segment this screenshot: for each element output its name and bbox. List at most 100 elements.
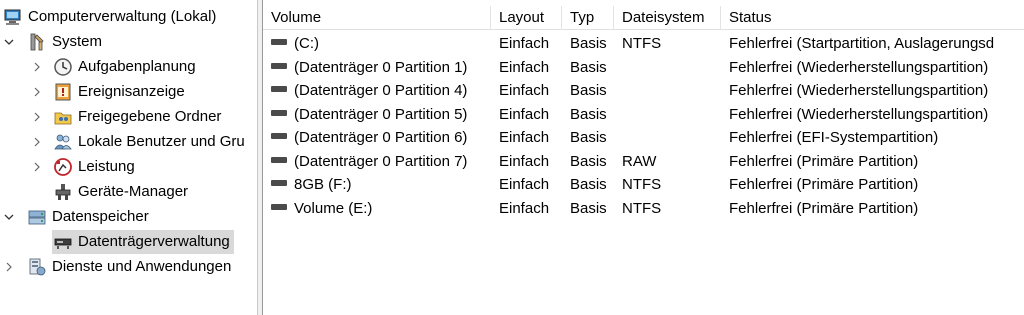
- cell-typ: Basis: [570, 176, 607, 193]
- cell-layout: Einfach: [499, 129, 550, 146]
- volume-name: (Datenträger 0 Partition 5): [294, 105, 468, 123]
- services-icon: [26, 256, 48, 278]
- table-row[interactable]: (Datenträger 0 Partition 4) Einfach Basi…: [263, 79, 1024, 102]
- volume-name: (Datenträger 0 Partition 7): [294, 152, 468, 170]
- tree-item-geraete-manager[interactable]: Geräte-Manager: [52, 180, 188, 204]
- column-header-status[interactable]: Status: [721, 6, 1024, 30]
- storage-icon: [26, 206, 48, 228]
- tree-label: Datenspeicher: [52, 208, 149, 225]
- column-header-typ[interactable]: Typ: [562, 6, 614, 30]
- column-header-row: Volume Layout Typ Dateisystem Status: [263, 0, 1024, 30]
- volume-list: Volume Layout Typ Dateisystem Status (C:…: [263, 0, 1024, 315]
- chevron-down-icon[interactable]: [2, 30, 16, 54]
- cell-dateisystem: NTFS: [622, 35, 662, 52]
- tree-item-leistung[interactable]: Leistung: [30, 155, 135, 179]
- cell-layout: Einfach: [499, 82, 550, 99]
- cell-layout: Einfach: [499, 199, 550, 217]
- event-viewer-icon: [52, 81, 74, 103]
- chevron-right-icon[interactable]: [2, 255, 16, 279]
- chevron-right-icon[interactable]: [30, 130, 44, 154]
- cell-volume: (Datenträger 0 Partition 5): [263, 103, 491, 126]
- volume-drive-icon: [271, 86, 287, 93]
- cell-volume: Volume (E:): [263, 197, 491, 220]
- chevron-right-icon[interactable]: [30, 55, 44, 79]
- chevron-right-icon[interactable]: [30, 155, 44, 179]
- cell-dateisystem: NTFS: [622, 199, 662, 217]
- chevron-down-icon[interactable]: [2, 205, 16, 229]
- local-users-icon: [52, 131, 74, 153]
- cell-volume: (Datenträger 0 Partition 1): [263, 56, 491, 79]
- device-manager-icon: [52, 181, 74, 203]
- tree-label: Lokale Benutzer und Gru: [78, 133, 245, 150]
- tree-label: Datenträgerverwaltung: [78, 233, 230, 250]
- tree-label: Ereignisanzeige: [78, 83, 185, 100]
- cell-dateisystem: RAW: [622, 152, 657, 170]
- volume-name: (C:): [294, 35, 319, 52]
- system-tools-icon: [26, 31, 48, 53]
- cell-status: Fehlerfrei (Primäre Partition): [729, 176, 919, 193]
- column-header-dateisystem[interactable]: Dateisystem: [614, 6, 721, 30]
- cell-dateisystem: [614, 103, 721, 126]
- cell-typ: Basis: [570, 82, 607, 99]
- column-header-layout[interactable]: Layout: [491, 6, 562, 30]
- cell-layout: Einfach: [499, 58, 550, 76]
- chevron-right-icon[interactable]: [30, 80, 44, 104]
- tree-item-lokale-benutzer[interactable]: Lokale Benutzer und Gru: [30, 130, 245, 154]
- cell-volume: (Datenträger 0 Partition 6): [263, 126, 491, 149]
- table-row[interactable]: (Datenträger 0 Partition 6) Einfach Basi…: [263, 126, 1024, 149]
- cell-status: Fehlerfrei (EFI-Systempartition): [729, 129, 939, 146]
- tree-label: Geräte-Manager: [78, 183, 189, 200]
- volume-drive-icon: [271, 133, 287, 140]
- volume-drive-icon: [271, 180, 287, 187]
- tree-item-ereignisanzeige[interactable]: Ereignisanzeige: [30, 80, 185, 104]
- table-row[interactable]: (Datenträger 0 Partition 5) Einfach Basi…: [263, 103, 1024, 126]
- cell-dateisystem: [614, 126, 721, 149]
- tree-item-datentraegerverwaltung[interactable]: Datenträgerverwaltung: [52, 230, 234, 254]
- table-row[interactable]: (Datenträger 0 Partition 7) Einfach Basi…: [263, 150, 1024, 173]
- performance-icon: [52, 156, 74, 178]
- column-header-volume[interactable]: Volume: [263, 6, 491, 30]
- cell-status: Fehlerfrei (Wiederherstellungspartition): [729, 58, 989, 76]
- tree-label: Dienste und Anwendungen: [52, 258, 232, 275]
- tree-item-freigegebene-ordner[interactable]: Freigegebene Ordner: [30, 105, 221, 129]
- cell-typ: Basis: [570, 35, 607, 52]
- cell-volume: 8GB (F:): [263, 173, 491, 196]
- cell-status: Fehlerfrei (Wiederherstellungspartition): [729, 82, 989, 99]
- computer-management-icon: [2, 6, 24, 28]
- tree-label: Computerverwaltung (Lokal): [28, 8, 217, 25]
- table-row[interactable]: (C:) Einfach Basis NTFS Fehlerfrei (Star…: [263, 32, 1024, 55]
- tree-item-datenspeicher[interactable]: Datenspeicher: [2, 205, 149, 229]
- shared-folders-icon: [52, 106, 74, 128]
- table-row[interactable]: 8GB (F:) Einfach Basis NTFS Fehlerfrei (…: [263, 173, 1024, 196]
- tree-label: Aufgabenplanung: [78, 58, 196, 75]
- tree-label: System: [52, 33, 103, 50]
- task-scheduler-icon: [52, 56, 74, 78]
- cell-dateisystem: [614, 56, 721, 79]
- tree-item-computerverwaltung[interactable]: Computerverwaltung (Lokal): [2, 5, 216, 29]
- table-row[interactable]: (Datenträger 0 Partition 1) Einfach Basi…: [263, 56, 1024, 79]
- table-row[interactable]: Volume (E:) Einfach Basis NTFS Fehlerfre…: [263, 197, 1024, 220]
- disk-management-icon: [52, 231, 74, 253]
- volume-name: 8GB (F:): [294, 176, 352, 193]
- tree-item-dienste[interactable]: Dienste und Anwendungen: [2, 255, 231, 279]
- cell-status: Fehlerfrei (Primäre Partition): [729, 152, 919, 170]
- computer-management-window: Computerverwaltung (Lokal) System Aufgab…: [0, 0, 1024, 315]
- cell-typ: Basis: [570, 129, 607, 146]
- volume-name: (Datenträger 0 Partition 1): [294, 58, 468, 76]
- cell-layout: Einfach: [499, 152, 550, 170]
- chevron-right-icon[interactable]: [30, 105, 44, 129]
- tree-item-aufgabenplanung[interactable]: Aufgabenplanung: [30, 55, 196, 79]
- volume-drive-icon: [271, 156, 287, 163]
- cell-volume: (Datenträger 0 Partition 7): [263, 150, 491, 173]
- cell-status: Fehlerfrei (Primäre Partition): [729, 199, 919, 217]
- volume-name: (Datenträger 0 Partition 6): [294, 129, 468, 146]
- tree-item-system[interactable]: System: [2, 30, 102, 54]
- tree-label: Freigegebene Ordner: [78, 108, 222, 125]
- cell-layout: Einfach: [499, 176, 550, 193]
- cell-dateisystem: NTFS: [622, 176, 662, 193]
- cell-typ: Basis: [570, 199, 607, 217]
- cell-status: Fehlerfrei (Startpartition, Auslagerungs…: [729, 35, 995, 52]
- cell-volume: (Datenträger 0 Partition 4): [263, 79, 491, 102]
- tree-label: Leistung: [78, 158, 135, 175]
- console-tree[interactable]: Computerverwaltung (Lokal) System Aufgab…: [0, 0, 257, 315]
